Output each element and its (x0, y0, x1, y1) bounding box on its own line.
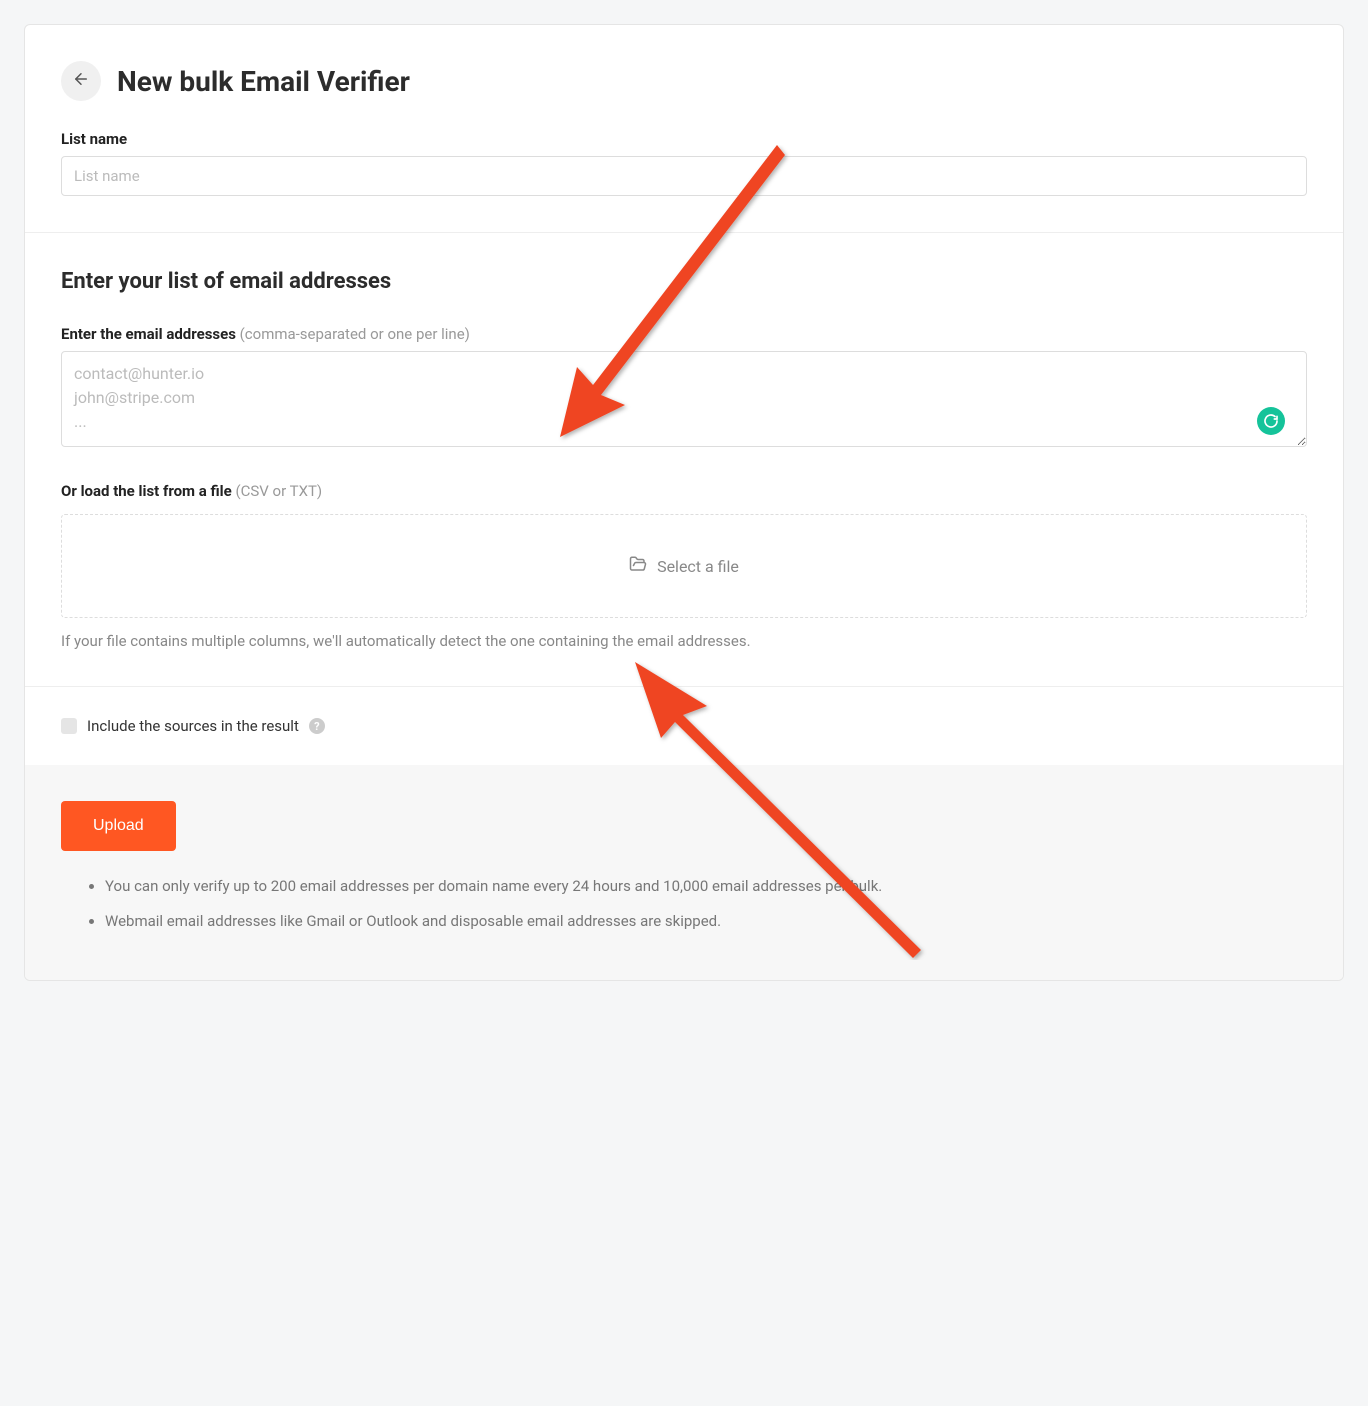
options-section: Include the sources in the result ? (25, 686, 1343, 765)
grammarly-icon (1257, 407, 1285, 435)
file-drop-zone[interactable]: Select a file (61, 514, 1307, 618)
arrow-left-icon (72, 70, 90, 92)
include-sources-label: Include the sources in the result (87, 717, 299, 735)
enter-emails-label: Enter the email addresses (61, 325, 236, 343)
page-title: New bulk Email Verifier (117, 65, 410, 98)
back-button[interactable] (61, 61, 101, 101)
help-icon[interactable]: ? (309, 718, 325, 734)
enter-emails-hint: (comma-separated or one per line) (236, 325, 470, 343)
info-item: You can only verify up to 200 email addr… (105, 875, 1307, 898)
header-section: New bulk Email Verifier List name (25, 25, 1343, 232)
include-sources-checkbox[interactable]: Include the sources in the result ? (61, 717, 1307, 735)
folder-open-icon (629, 555, 647, 577)
checkbox-icon (61, 718, 77, 734)
email-section: Enter your list of email addresses Enter… (25, 232, 1343, 686)
emails-textarea[interactable] (61, 351, 1307, 447)
list-name-input[interactable] (61, 156, 1307, 196)
main-card: New bulk Email Verifier List name Enter … (24, 24, 1344, 981)
select-file-label: Select a file (657, 557, 739, 576)
info-item: Webmail email addresses like Gmail or Ou… (105, 910, 1307, 933)
file-help-text: If your file contains multiple columns, … (61, 632, 1307, 650)
upload-button[interactable]: Upload (61, 801, 176, 851)
list-name-label: List name (61, 130, 127, 148)
email-section-heading: Enter your list of email addresses (61, 269, 1307, 294)
info-list: You can only verify up to 200 email addr… (61, 875, 1307, 932)
file-load-hint: (CSV or TXT) (232, 482, 322, 500)
file-load-label: Or load the list from a file (61, 482, 232, 500)
footer-section: Upload You can only verify up to 200 ema… (25, 765, 1343, 980)
